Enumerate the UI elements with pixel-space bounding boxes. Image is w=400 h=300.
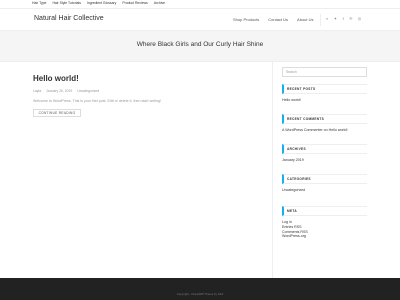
post-category[interactable]: Uncategorized [77,89,99,93]
widget-title: RECENT POSTS [282,84,367,94]
header-icons: ⌕ ✦ f ℗ ◎ [326,17,361,21]
topnav-item-archive[interactable]: Archive [154,1,165,5]
topnav-item-glossary[interactable]: Ingredient Glossary [87,1,116,5]
recent-post-link[interactable]: Hello world! [282,98,367,103]
recent-comment-link[interactable]: A WordPress Commenter on Hello world! [282,128,367,133]
facebook-icon[interactable]: f [343,17,344,21]
post-date: January 26, 2019 [46,89,73,93]
meta-wordpress-link[interactable]: WordPress.org [282,234,367,239]
site-header: Natural Hair Collective Shop Products Co… [0,9,400,31]
site-title[interactable]: Natural Hair Collective [34,15,104,22]
topnav-item-reviews[interactable]: Product Reviews [122,1,147,5]
archive-link[interactable]: January 2019 [282,158,367,163]
header-divider [320,14,321,26]
continue-reading-button[interactable]: CONTINUE READING [33,109,81,117]
category-link[interactable]: Uncategorized [282,188,367,193]
post-meta: Layla January 26, 2019 Uncategorized [33,89,99,93]
widget-title: RECENT COMMENTS [282,114,367,124]
post-author[interactable]: Layla [33,89,41,93]
widget-title: CATEGORIES [282,174,367,184]
widget-meta: META Log in Entries RSS Comments RSS Wor… [282,206,367,239]
instagram-icon[interactable]: ◎ [358,17,362,21]
widget-recent-posts: RECENT POSTS Hello world! [282,84,367,103]
site-footer [0,278,400,300]
nav-item-contact[interactable]: Contact Us [268,17,288,22]
search-icon[interactable]: ⌕ [326,17,328,21]
search-input[interactable]: Search [282,67,367,77]
topnav-item-tutorials[interactable]: Hair Style Tutorials [52,1,80,5]
content-area: Hello world! Layla January 26, 2019 Unca… [0,62,400,278]
main-navigation: Shop Products Contact Us About Us [233,17,314,22]
widget-recent-comments: RECENT COMMENTS A WordPress Commenter on… [282,114,367,133]
twitter-icon[interactable]: ✦ [334,17,337,21]
widget-categories: CATEGORIES Uncategorized [282,174,367,193]
nav-item-shop[interactable]: Shop Products [233,17,259,22]
top-bar: Hair Type Hair Style Tutorials Ingredien… [0,0,400,9]
post-excerpt: Welcome to WordPress. This is your first… [33,99,161,103]
widget-archives: ARCHIVES January 2019 [282,144,367,163]
widget-title: ARCHIVES [282,144,367,154]
sidebar-divider [272,62,273,278]
meta-links: Log in Entries RSS Comments RSS WordPres… [282,220,367,239]
top-navigation: Hair Type Hair Style Tutorials Ingredien… [32,1,165,5]
post-title[interactable]: Hello world! [33,74,79,83]
topnav-item-hair-type[interactable]: Hair Type [32,1,46,5]
page-header: Where Black Girls and Our Curly Hair Shi… [0,31,400,62]
footer-copyright: Copyright - OceanWP Theme by Nick [176,292,224,296]
site-tagline: Where Black Girls and Our Curly Hair Shi… [136,41,264,48]
pinterest-icon[interactable]: ℗ [349,17,352,21]
nav-item-about[interactable]: About Us [297,17,313,22]
widget-title: META [282,206,367,216]
